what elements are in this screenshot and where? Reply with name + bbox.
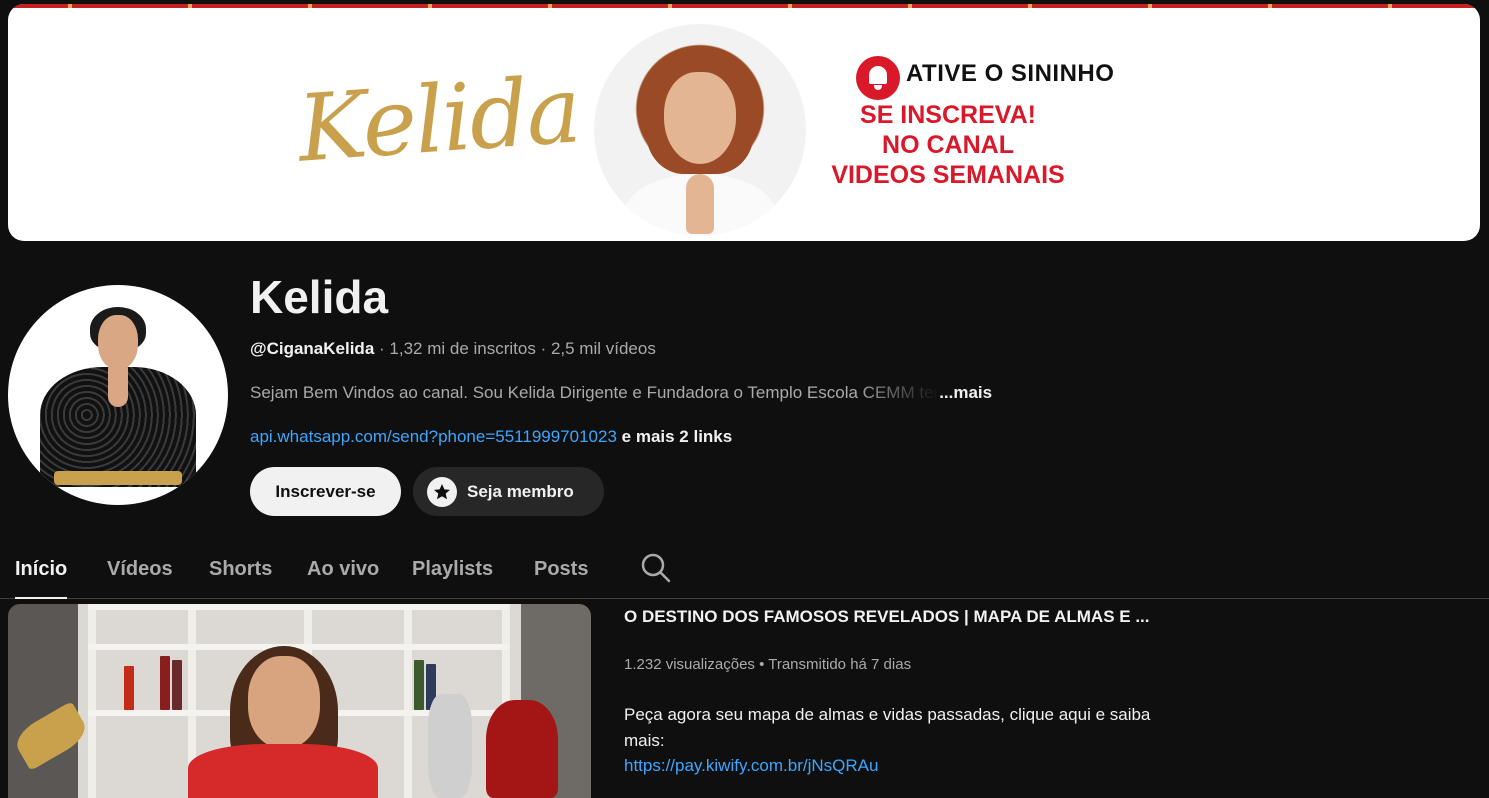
description-more-link[interactable]: ...mais xyxy=(939,383,992,402)
bell-icon xyxy=(856,56,900,100)
more-links-button[interactable]: e mais 2 links xyxy=(617,427,733,446)
tab-posts[interactable]: Posts xyxy=(534,540,588,598)
tab-inicio[interactable]: Início xyxy=(15,540,68,599)
channel-tabs: Início Vídeos Shorts Ao vivo Playlists P… xyxy=(0,540,1489,599)
channel-link[interactable]: api.whatsapp.com/send?phone=551199970102… xyxy=(250,427,617,446)
star-icon xyxy=(427,476,457,507)
channel-links: api.whatsapp.com/send?phone=551199970102… xyxy=(250,427,732,447)
tab-playlists[interactable]: Playlists xyxy=(412,540,493,598)
banner-cta-line: SE INSCREVA! xyxy=(860,101,1036,129)
subscribe-button[interactable]: Inscrever-se xyxy=(250,467,401,516)
channel-meta: @CiganaKelida · 1,32 mi de inscritos · 2… xyxy=(250,339,656,359)
featured-video-description: Peça agora seu mapa de almas e vidas pas… xyxy=(624,705,1151,750)
channel-name: Kelida xyxy=(250,271,389,323)
channel-stats: · 1,32 mi de inscritos · 2,5 mil vídeos xyxy=(374,339,656,358)
channel-avatar[interactable] xyxy=(8,285,228,505)
tab-videos[interactable]: Vídeos xyxy=(107,540,173,598)
tab-ao-vivo[interactable]: Ao vivo xyxy=(307,540,379,598)
featured-video-thumbnail[interactable] xyxy=(8,604,591,798)
search-icon[interactable] xyxy=(640,552,672,584)
banner-cta-line: NO CANAL xyxy=(882,131,1014,159)
featured-video-title[interactable]: O DESTINO DOS FAMOSOS REVELADOS | MAPA D… xyxy=(624,607,1184,627)
banner-cta-line: VIDEOS SEMANAIS xyxy=(831,161,1065,189)
channel-description-text: Sejam Bem Vindos ao canal. Sou Kelida Di… xyxy=(250,383,940,402)
channel-banner: Kelida ATIVE O SININHO SE INSCREVA! NO C… xyxy=(8,4,1480,241)
channel-description[interactable]: Sejam Bem Vindos ao canal. Sou Kelida Di… xyxy=(250,383,992,403)
featured-video-link[interactable]: https://pay.kiwify.com.br/jNsQRAu xyxy=(624,756,878,776)
tab-shorts[interactable]: Shorts xyxy=(209,540,272,598)
join-member-button[interactable]: Seja membro xyxy=(413,467,604,516)
join-member-label: Seja membro xyxy=(467,481,574,501)
banner-logo-text: Kelida xyxy=(294,56,583,183)
banner-cta: SE INSCREVA! NO CANAL VIDEOS SEMANAIS xyxy=(818,100,1078,190)
featured-video-meta: 1.232 visualizações • Transmitido há 7 d… xyxy=(624,656,912,673)
channel-handle: @CiganaKelida xyxy=(250,339,375,358)
banner-top-stripe xyxy=(8,4,1480,8)
banner-bell-text: ATIVE O SININHO xyxy=(906,60,1115,87)
banner-portrait xyxy=(594,24,806,236)
